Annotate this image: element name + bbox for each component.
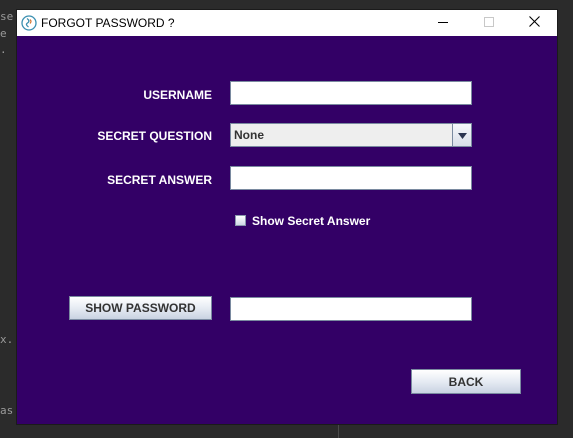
username-input[interactable] (230, 81, 472, 105)
show-secret-answer-label[interactable]: Show Secret Answer (252, 214, 370, 228)
secret-question-value: None (234, 128, 264, 142)
close-icon (528, 14, 540, 32)
title-bar[interactable]: FORGOT PASSWORD ? (17, 10, 557, 36)
background-text: as (0, 404, 14, 417)
java-app-icon (21, 15, 37, 31)
show-secret-answer-checkbox[interactable] (235, 215, 246, 226)
close-button[interactable] (511, 10, 557, 36)
background-divider (338, 425, 339, 438)
background-text: e (0, 27, 7, 40)
background-text: . (0, 43, 7, 56)
window-title: FORGOT PASSWORD ? (41, 16, 175, 30)
background-text: se (0, 10, 14, 23)
secret-question-select[interactable]: None (230, 123, 472, 147)
background-editor-bottom (17, 424, 557, 438)
forgot-password-window: FORGOT PASSWORD ? USERNAME SECRET QUESTI… (17, 10, 557, 424)
chevron-down-icon (457, 126, 467, 144)
form-panel: USERNAME SECRET QUESTION None SECRET ANS… (17, 36, 557, 424)
show-password-button-label: SHOW PASSWORD (85, 301, 196, 315)
background-editor (0, 0, 17, 438)
secret-question-label: SECRET QUESTION (97, 129, 212, 143)
background-text: x. (0, 333, 14, 346)
maximize-icon (484, 14, 494, 32)
secret-answer-label: SECRET ANSWER (107, 173, 212, 187)
username-label: USERNAME (143, 88, 212, 102)
minimize-icon (438, 14, 448, 32)
maximize-button[interactable] (466, 10, 512, 36)
back-button-label: BACK (448, 374, 484, 389)
minimize-button[interactable] (420, 10, 466, 36)
dropdown-arrow-button[interactable] (452, 124, 471, 146)
back-button[interactable]: BACK (411, 369, 521, 394)
password-display-field[interactable] (230, 297, 472, 321)
secret-answer-input[interactable] (230, 166, 472, 190)
show-password-button[interactable]: SHOW PASSWORD (69, 296, 212, 320)
